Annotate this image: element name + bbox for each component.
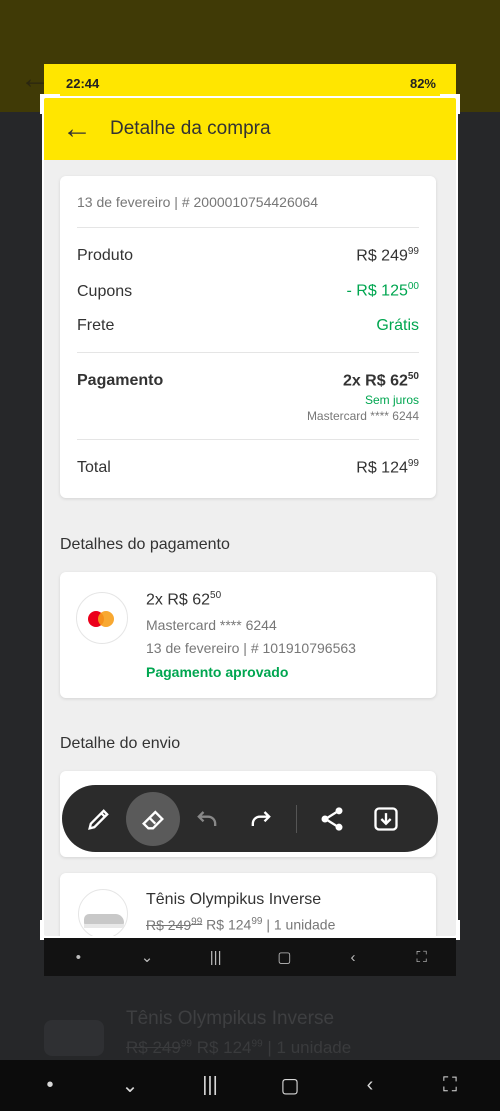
status-battery: 82% xyxy=(409,76,436,91)
order-info: 13 de fevereiro | # 2000010754426064 xyxy=(77,194,319,210)
app-header: ← Detalhe da compra xyxy=(44,98,456,160)
redo-icon[interactable] xyxy=(234,792,288,846)
toolbar-divider xyxy=(296,804,297,833)
eraser-icon[interactable] xyxy=(126,791,180,846)
back-arrow-icon[interactable]: ← xyxy=(44,114,110,144)
purchase-summary-card: 13 de fevereiro | # 2000010754426064 Pro… xyxy=(60,176,436,498)
nav-recents-icon[interactable]: ||| xyxy=(190,1074,230,1097)
product-row: Produto R$ 24999 xyxy=(77,246,419,265)
shipping-row: Frete Grátis xyxy=(77,316,419,334)
mastercard-icon xyxy=(76,592,128,644)
payment-card: Mastercard **** 6244 xyxy=(306,408,419,423)
status-time: 22:44 xyxy=(66,76,100,91)
share-icon[interactable] xyxy=(305,792,359,846)
payment-status: Pagamento aprovado xyxy=(146,664,289,680)
background-product-image xyxy=(44,1020,104,1056)
nav-chevron-down-icon[interactable]: ⌄ xyxy=(110,1073,150,1098)
page-title: Detalhe da compra xyxy=(110,118,271,139)
edit-toolbar xyxy=(62,785,438,852)
payment-card-info: Mastercard **** 6244 xyxy=(146,617,277,633)
crop-handle-bottom-right[interactable] xyxy=(440,920,460,940)
nav-dot-icon[interactable]: • xyxy=(30,1074,70,1097)
payment-transaction: 13 de fevereiro | # 101910796563 xyxy=(146,640,356,656)
save-icon[interactable] xyxy=(359,792,413,846)
product-image xyxy=(78,889,128,936)
system-nav-bar: • ⌄ ||| ▢ ‹ ⛶ xyxy=(0,1060,500,1111)
recents-icon: ||| xyxy=(209,948,222,966)
pen-icon[interactable] xyxy=(72,792,126,846)
background-product-price: R$ 24999 R$ 12499 | 1 unidade xyxy=(126,1038,352,1057)
status-bar: 22:44 82% xyxy=(44,64,456,100)
undo-icon[interactable] xyxy=(180,792,234,846)
installment-note: Sem juros xyxy=(364,392,419,407)
payment-details-card: 2x R$ 6250 Mastercard **** 6244 13 de fe… xyxy=(60,572,436,698)
coupons-row: Cupons - R$ 12500 xyxy=(77,281,419,300)
back-icon: ‹ xyxy=(350,948,356,966)
nav-back-icon[interactable]: ‹ xyxy=(350,1074,390,1097)
nav-home-icon[interactable]: ▢ xyxy=(270,1073,310,1098)
home-icon: ▢ xyxy=(277,949,292,966)
crop-handle-top-right[interactable] xyxy=(440,94,460,114)
product-card[interactable]: Tênis Olympikus Inverse R$ 24999 R$ 1249… xyxy=(60,873,436,936)
screenshot-icon: ⛶ xyxy=(416,948,427,966)
shipping-details-title: Detalhe do envio xyxy=(60,735,181,752)
product-name: Tênis Olympikus Inverse xyxy=(146,891,322,908)
payment-details-title: Detalhes do pagamento xyxy=(60,536,230,553)
nav-screenshot-icon[interactable]: ⛶ xyxy=(430,1074,470,1097)
background-product-name: Tênis Olympikus Inverse xyxy=(126,1008,335,1029)
screenshot-nav-bar: • ⌄ ||| ▢ ‹ ⛶ xyxy=(44,938,456,976)
crop-handle-bottom-left[interactable] xyxy=(40,920,60,940)
total-row: Total R$ 12499 xyxy=(77,457,419,477)
dot-icon: • xyxy=(75,948,81,966)
payment-amount: 2x R$ 6250 xyxy=(146,590,222,609)
payment-row: Pagamento 2x R$ 6250 xyxy=(77,370,419,389)
product-price: R$ 24999 R$ 12499 | 1 unidade xyxy=(146,916,336,933)
chevron-down-icon: ⌄ xyxy=(140,949,154,966)
crop-handle-top-left[interactable] xyxy=(40,94,60,114)
